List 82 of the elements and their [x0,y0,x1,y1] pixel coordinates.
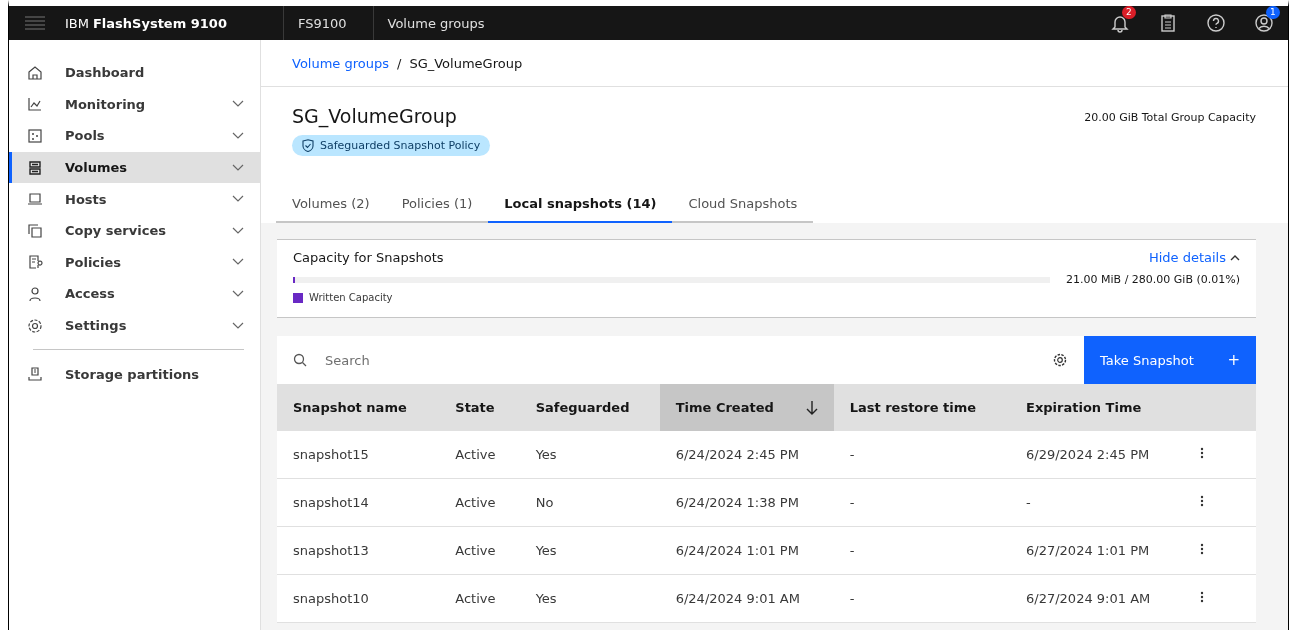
table-cell: Active [439,526,520,575]
settings-icon [1052,352,1068,368]
chevron-up-icon [1230,254,1240,261]
search-field[interactable]: Search [277,336,1036,384]
column-header[interactable]: Last restore time [833,384,1010,431]
nav-item[interactable]: Volumes [9,151,260,184]
take-snapshot-button[interactable]: Take Snapshot + [1084,336,1256,384]
column-header[interactable]: Time Created [659,384,834,431]
search-field[interactable]: Search [323,351,1036,369]
table-cell: 6/27/2024 9:01 AM [1010,574,1184,623]
product-name[interactable]: IBM FlashSystem 9100 [65,6,284,40]
nav-item[interactable]: Pools [9,120,260,152]
page-name: Volume groups [386,14,486,33]
notification-badge: 2 [1122,6,1136,19]
table-cell: 6/29/2024 2:45 PM [1010,431,1184,479]
table-cell: Yes [519,431,660,479]
table-cell: Active [439,574,520,623]
capacity-reading: 21.00 MiB / 280.00 GiB (0.01%) [1066,273,1240,286]
table-cell: 6/27/2024 1:01 PM [1010,526,1184,575]
table-cell: - [833,478,1010,527]
legend-label: Written Capacity [309,292,393,303]
system-name[interactable]: FS9100 [283,6,374,40]
table-cell: No [519,478,660,527]
table-cell: snapshot10 [277,574,440,623]
column-header[interactable]: Safeguarded [519,384,660,431]
nav-item[interactable]: Settings [9,309,260,342]
table-cell: - [833,526,1010,575]
table-cell: Yes [519,574,660,623]
bell-icon[interactable] [1110,13,1130,33]
total-capacity: 20.00 GiB Total Group Capacity [1084,111,1256,126]
table-cell: - [1010,478,1184,527]
copy-icon [27,222,43,239]
table-cell: snapshot13 [277,526,440,575]
breadcrumb-current: SG_VolumeGroup [409,55,523,71]
table-cell: 6/24/2024 1:38 PM [659,478,834,527]
user-avatar-icon[interactable] [1254,13,1274,33]
table-cell: snapshot15 [277,431,440,479]
laptop-icon [27,191,43,208]
user-badge: 1 [1266,6,1280,19]
nav-item[interactable]: Access [9,278,260,310]
table-cell: - [833,431,1010,479]
policy-icon [27,254,43,271]
hide-details-link[interactable]: Hide details [1148,250,1240,265]
breadcrumb-link[interactable]: Volume groups [292,55,389,71]
table-cell: Active [439,431,520,479]
page-title: SG_VolumeGroup [292,105,458,127]
overflow-menu-icon[interactable] [1200,591,1204,603]
table-cell: - [833,574,1010,623]
table-cell: 6/24/2024 9:01 AM [659,574,834,623]
overflow-menu-icon[interactable] [1200,495,1204,507]
nav-item[interactable]: Copy services [9,214,260,247]
nav-item[interactable]: Policies [9,246,260,279]
column-header[interactable]: Expiration Time [1010,384,1184,431]
nav-item[interactable]: Monitoring [9,88,260,121]
search-icon [293,353,307,367]
table-cell: 6/24/2024 2:45 PM [659,431,834,479]
tag-label: Safeguarded Snapshot Policy [320,139,481,152]
column-header[interactable]: Snapshot name [277,384,440,431]
table-cell: 6/24/2024 1:01 PM [659,526,834,575]
user-icon [27,285,43,302]
chart-icon [27,96,43,113]
partition-icon [27,366,43,383]
pools-icon [27,128,43,144]
nav-item[interactable]: Storage partitions [9,358,260,390]
help-icon[interactable] [1206,13,1226,33]
table-cell: Active [439,478,520,527]
clipboard-icon[interactable] [1158,13,1178,33]
table-cell: snapshot14 [277,478,440,527]
home-icon [27,64,43,81]
volumes-icon [27,159,43,176]
shield-icon [302,139,314,152]
nav-item[interactable]: Dashboard [9,57,260,89]
sort-arrow-icon [805,400,818,415]
card-title: Capacity for Snapshots [293,250,444,265]
settings-button[interactable] [1036,336,1084,384]
breadcrumb-separator: / [397,55,402,71]
nav-item[interactable]: Hosts [9,183,260,215]
table-cell: Yes [519,526,660,575]
gear-icon [27,317,43,334]
overflow-menu-icon[interactable] [1200,447,1204,459]
column-header[interactable]: State [439,384,520,431]
overflow-menu-icon[interactable] [1200,543,1204,555]
